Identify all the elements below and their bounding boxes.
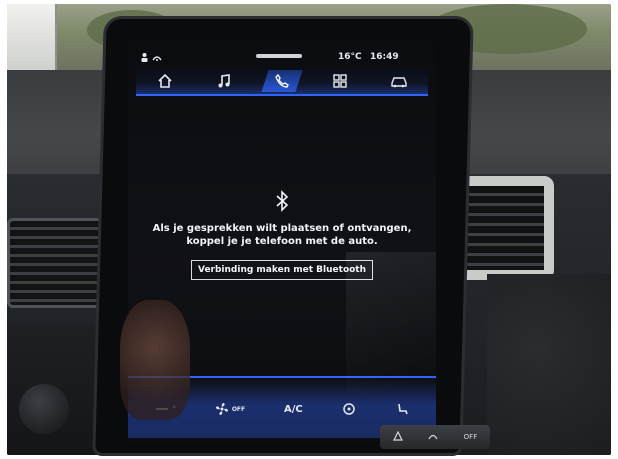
home-icon xyxy=(158,73,172,88)
outside-temperature: 16°C xyxy=(338,52,362,62)
seat-heat-button[interactable] xyxy=(395,402,409,416)
steering-wheel-heat-button[interactable] xyxy=(342,402,356,416)
steering-wheel-heat-icon xyxy=(342,403,355,415)
grid-icon xyxy=(333,74,348,88)
nav-home-button[interactable] xyxy=(148,70,182,92)
gear-knob xyxy=(19,384,69,434)
physical-off-button[interactable]: OFF xyxy=(464,433,478,441)
physical-climate-buttons: OFF xyxy=(380,425,490,449)
dashboard-fabric xyxy=(487,274,611,455)
bluetooth-icon xyxy=(276,190,289,212)
defrost-icon xyxy=(428,434,438,440)
status-bar: 16°C 16:49 xyxy=(128,50,436,68)
parked-car xyxy=(7,4,57,70)
hazard-button[interactable] xyxy=(392,430,403,443)
defrost-button[interactable] xyxy=(428,431,438,443)
nav-phone-button[interactable] xyxy=(261,70,303,92)
fan-off-button[interactable]: OFF xyxy=(215,402,245,416)
fan-off-label: OFF xyxy=(231,405,246,413)
clock: 16:49 xyxy=(370,52,399,62)
fan-icon xyxy=(215,403,228,415)
nav-vehicle-button[interactable] xyxy=(382,70,416,92)
phone-icon xyxy=(275,73,289,88)
pairing-message: Als je gesprekken wilt plaatsen of ontva… xyxy=(152,223,412,247)
connect-bluetooth-button[interactable]: Verbinding maken met Bluetooth xyxy=(190,260,374,280)
car-icon xyxy=(391,77,407,88)
ac-label: A/C xyxy=(284,403,303,415)
hand-reflection xyxy=(120,300,190,420)
main-navigation xyxy=(136,68,428,96)
user-icon xyxy=(140,52,149,65)
music-note-icon xyxy=(218,74,230,88)
ac-button[interactable]: A/C xyxy=(284,404,303,415)
hazard-icon xyxy=(392,430,403,441)
status-icons xyxy=(140,52,162,65)
nav-apps-button[interactable] xyxy=(323,70,357,92)
phone-empty-state: Als je gesprekken wilt plaatsen of ontva… xyxy=(128,190,436,280)
signal-icon xyxy=(152,52,162,65)
nav-music-button[interactable] xyxy=(207,70,241,92)
seat-heat-icon xyxy=(397,403,408,415)
